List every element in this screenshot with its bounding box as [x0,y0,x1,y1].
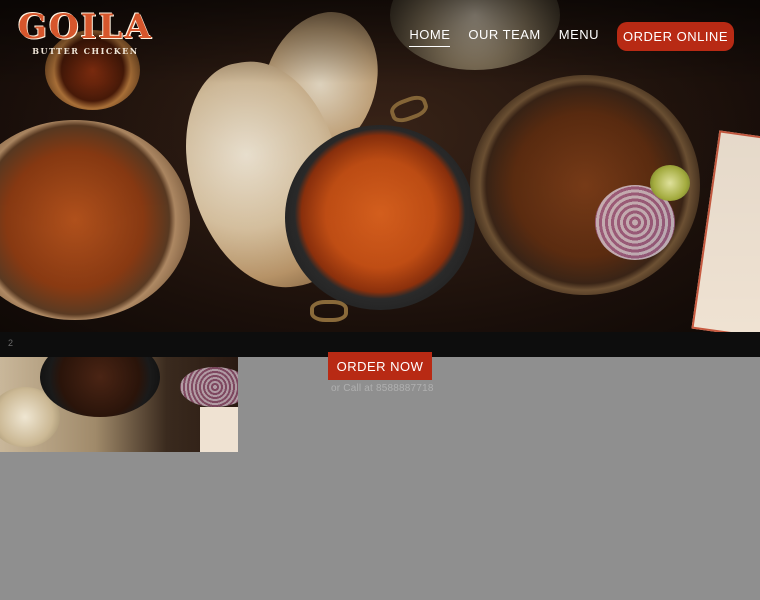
nav-menu[interactable]: MENU [559,27,599,46]
order-now-button[interactable]: ORDER NOW [328,352,432,380]
takeaway-box [200,407,238,452]
brand-logo[interactable]: GOILA BUTTER CHICKEN [18,10,153,56]
food-thumbnail [0,357,238,452]
main-nav: HOME OUR TEAM MENU ORDER ONLINE [391,22,734,51]
nav-our-team[interactable]: OUR TEAM [468,27,540,46]
call-phone-text[interactable]: or Call at 8588887718 [331,383,434,394]
logo-wordmark: GOILA [18,7,153,47]
logo-tagline: BUTTER CHICKEN [32,46,139,56]
onion-salad [180,367,238,407]
order-online-button[interactable]: ORDER ONLINE [617,22,734,51]
nav-home[interactable]: HOME [409,27,451,47]
slide-indicator: 2 [8,338,14,348]
